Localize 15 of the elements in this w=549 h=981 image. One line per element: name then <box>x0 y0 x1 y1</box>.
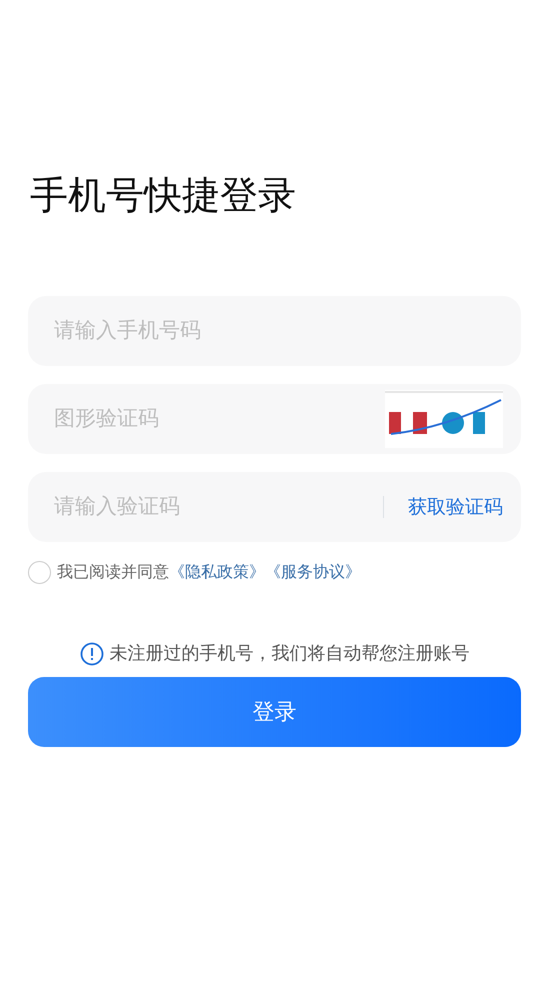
page-title: 手机号快捷登录 <box>30 172 297 219</box>
login-button[interactable]: 登录 <box>28 677 521 747</box>
notice-text: 未注册过的手机号，我们将自动帮您注册账号 <box>110 642 470 666</box>
policy-link[interactable]: 《服务协议》 <box>265 560 361 584</box>
info-icon <box>80 642 104 666</box>
agree-checkbox[interactable] <box>28 560 51 584</box>
input-field[interactable]: 请输入手机号码 <box>52 314 503 348</box>
input-field[interactable]: 请输入验证码 <box>52 490 383 524</box>
policy-link[interactable]: 《隐私政策》 <box>169 560 265 584</box>
input-box[interactable]: 请输入验证码 获取验证码 <box>28 472 521 542</box>
input-box[interactable]: 请输入手机号码 <box>28 296 521 366</box>
agreement-text: 我已阅读并同意 <box>57 561 169 583</box>
input-field[interactable]: 图形验证码 <box>52 402 385 436</box>
input-box[interactable]: 图形验证码 <box>28 384 521 454</box>
get-code-button[interactable]: 获取验证码 <box>408 492 503 522</box>
